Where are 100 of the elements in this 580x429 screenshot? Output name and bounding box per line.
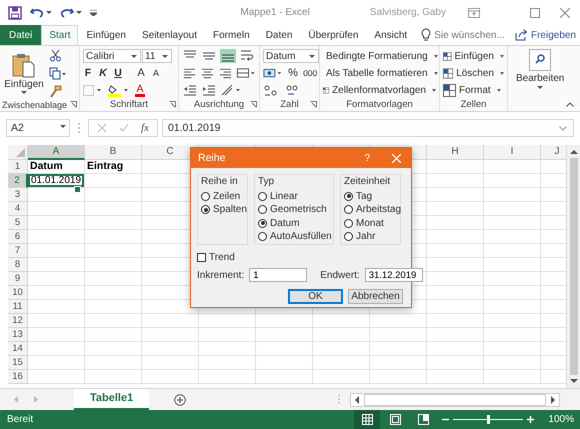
row-header[interactable]: 6 xyxy=(8,230,28,244)
ribbon-tab[interactable]: Datei xyxy=(0,25,42,45)
column-header[interactable]: B xyxy=(85,145,142,160)
wrap-text-icon[interactable] xyxy=(239,49,255,63)
dialog-launcher-icon[interactable] xyxy=(70,101,77,108)
zoom-out-icon[interactable] xyxy=(442,416,450,423)
radio-option[interactable]: Zeilen xyxy=(201,190,244,202)
trend-checkbox[interactable]: Trend xyxy=(197,252,405,263)
align-left-icon[interactable] xyxy=(182,66,197,80)
ribbon-tab[interactable]: Ansicht xyxy=(366,25,416,45)
undo-icon[interactable] xyxy=(30,6,44,18)
increase-decimal-icon[interactable] xyxy=(263,84,279,96)
horizontal-scrollbar[interactable] xyxy=(350,392,560,406)
font-style-button[interactable]: F xyxy=(83,67,93,79)
fill-color-icon[interactable] xyxy=(108,84,130,96)
row-header[interactable]: 8 xyxy=(8,258,28,272)
scrollbar-thumb[interactable] xyxy=(364,394,546,406)
borders-icon[interactable] xyxy=(83,84,103,96)
ribbon-tab[interactable]: Einfügen xyxy=(78,25,134,45)
column-header[interactable]: I xyxy=(484,145,541,160)
styles-menu-button[interactable]: Als Tabelle formatieren xyxy=(323,66,436,80)
row-header[interactable]: 14 xyxy=(8,342,28,356)
shrink-font-button[interactable]: A xyxy=(151,68,161,78)
add-sheet-icon[interactable] xyxy=(174,394,186,406)
row-header[interactable]: 13 xyxy=(8,328,28,342)
maximize-icon[interactable] xyxy=(530,8,540,18)
scroll-down-icon[interactable] xyxy=(570,378,578,384)
align-center-icon[interactable] xyxy=(200,66,215,80)
radio-option[interactable]: Tag xyxy=(344,190,397,202)
increase-indent-icon[interactable] xyxy=(201,83,217,97)
number-format-dropdown[interactable]: Datum xyxy=(263,49,319,63)
increment-field[interactable]: 1 xyxy=(249,268,308,282)
row-header[interactable]: 9 xyxy=(8,272,28,286)
row-header[interactable]: 3 xyxy=(8,188,28,202)
caret-icon[interactable] xyxy=(46,10,52,14)
percent-button[interactable]: % xyxy=(288,67,298,79)
text-orientation-icon[interactable] xyxy=(220,83,242,97)
dialog-launcher-icon[interactable] xyxy=(250,101,257,108)
dialog-button[interactable]: OK xyxy=(288,289,343,304)
row-header[interactable]: 2 xyxy=(8,174,28,188)
zoom-level[interactable]: 100% xyxy=(548,414,574,425)
align-bottom-icon[interactable] xyxy=(220,49,236,63)
column-header[interactable]: H xyxy=(427,145,484,160)
cells-menu-button[interactable]: Format xyxy=(443,83,504,97)
zoom-slider-thumb[interactable] xyxy=(487,415,490,424)
collapse-ribbon-icon[interactable] xyxy=(566,102,574,107)
scroll-left-icon[interactable] xyxy=(354,396,360,404)
normal-view-button[interactable] xyxy=(354,410,380,429)
row-header[interactable]: 11 xyxy=(8,300,28,314)
expand-icon[interactable] xyxy=(559,126,567,130)
name-box[interactable]: A2 xyxy=(6,119,70,137)
radio-option[interactable]: Datum xyxy=(258,217,330,230)
row-header[interactable]: 5 xyxy=(8,216,28,230)
radio-option[interactable]: AutoAusfüllen xyxy=(258,230,330,243)
radio-option[interactable]: Linear xyxy=(258,190,330,202)
styles-menu-button[interactable]: Zellenformatvorlagen xyxy=(323,83,436,97)
vertical-scrollbar[interactable] xyxy=(566,145,580,388)
radio-option[interactable]: Monat xyxy=(344,217,397,230)
ribbon-tab[interactable]: Start xyxy=(41,25,78,45)
font-name-dropdown[interactable]: Calibri xyxy=(83,49,141,63)
fill-handle[interactable] xyxy=(74,186,81,193)
font-style-button[interactable]: K xyxy=(98,67,108,79)
row-header[interactable]: 16 xyxy=(8,370,28,384)
zoom-in-icon[interactable] xyxy=(527,416,534,423)
row-header[interactable]: 10 xyxy=(8,286,28,300)
format-painter-icon[interactable] xyxy=(49,85,62,98)
decrease-indent-icon[interactable] xyxy=(182,83,198,97)
column-header[interactable]: J xyxy=(541,145,566,160)
ribbon-tab[interactable]: Formeln xyxy=(205,25,258,45)
currency-icon[interactable] xyxy=(263,66,284,80)
tell-me-field[interactable]: Sie wünschen... xyxy=(431,25,510,45)
dialog-launcher-icon[interactable] xyxy=(169,101,176,108)
caret-icon[interactable] xyxy=(76,10,82,14)
scroll-right-icon[interactable] xyxy=(550,396,556,404)
insert-function-button[interactable]: fx xyxy=(141,122,149,134)
ribbon-tab[interactable]: Daten xyxy=(258,25,300,45)
customize-toolbar-icon[interactable] xyxy=(90,10,97,16)
copy-icon[interactable] xyxy=(49,67,67,80)
dialog-button[interactable]: Abbrechen xyxy=(348,289,403,304)
ribbon-tab[interactable]: Überprüfen xyxy=(300,25,366,45)
merge-cells-icon[interactable] xyxy=(236,66,256,80)
font-color-button[interactable]: A xyxy=(135,84,145,96)
save-icon[interactable] xyxy=(8,6,22,20)
ribbon-tab[interactable]: Seitenlayout xyxy=(134,25,206,45)
scroll-up-icon[interactable] xyxy=(570,149,578,155)
grow-font-button[interactable]: A xyxy=(136,67,146,79)
align-right-icon[interactable] xyxy=(218,66,233,80)
decrease-decimal-icon[interactable] xyxy=(284,84,300,96)
row-header[interactable]: 1 xyxy=(8,160,28,174)
row-header[interactable]: 15 xyxy=(8,356,28,370)
row-header[interactable]: 7 xyxy=(8,244,28,258)
row-header[interactable]: 12 xyxy=(8,314,28,328)
font-style-button[interactable]: U xyxy=(113,67,123,79)
cells-menu-button[interactable]: Löschen xyxy=(443,66,504,80)
formula-field[interactable]: 01.01.2019 xyxy=(162,119,574,137)
ribbon-options-icon[interactable] xyxy=(468,8,480,18)
dialog-launcher-icon[interactable] xyxy=(310,101,317,108)
checkmark-icon[interactable] xyxy=(119,123,129,133)
styles-menu-button[interactable]: Bedingte Formatierung xyxy=(323,49,436,63)
paste-button[interactable]: Einfügen xyxy=(3,52,45,95)
